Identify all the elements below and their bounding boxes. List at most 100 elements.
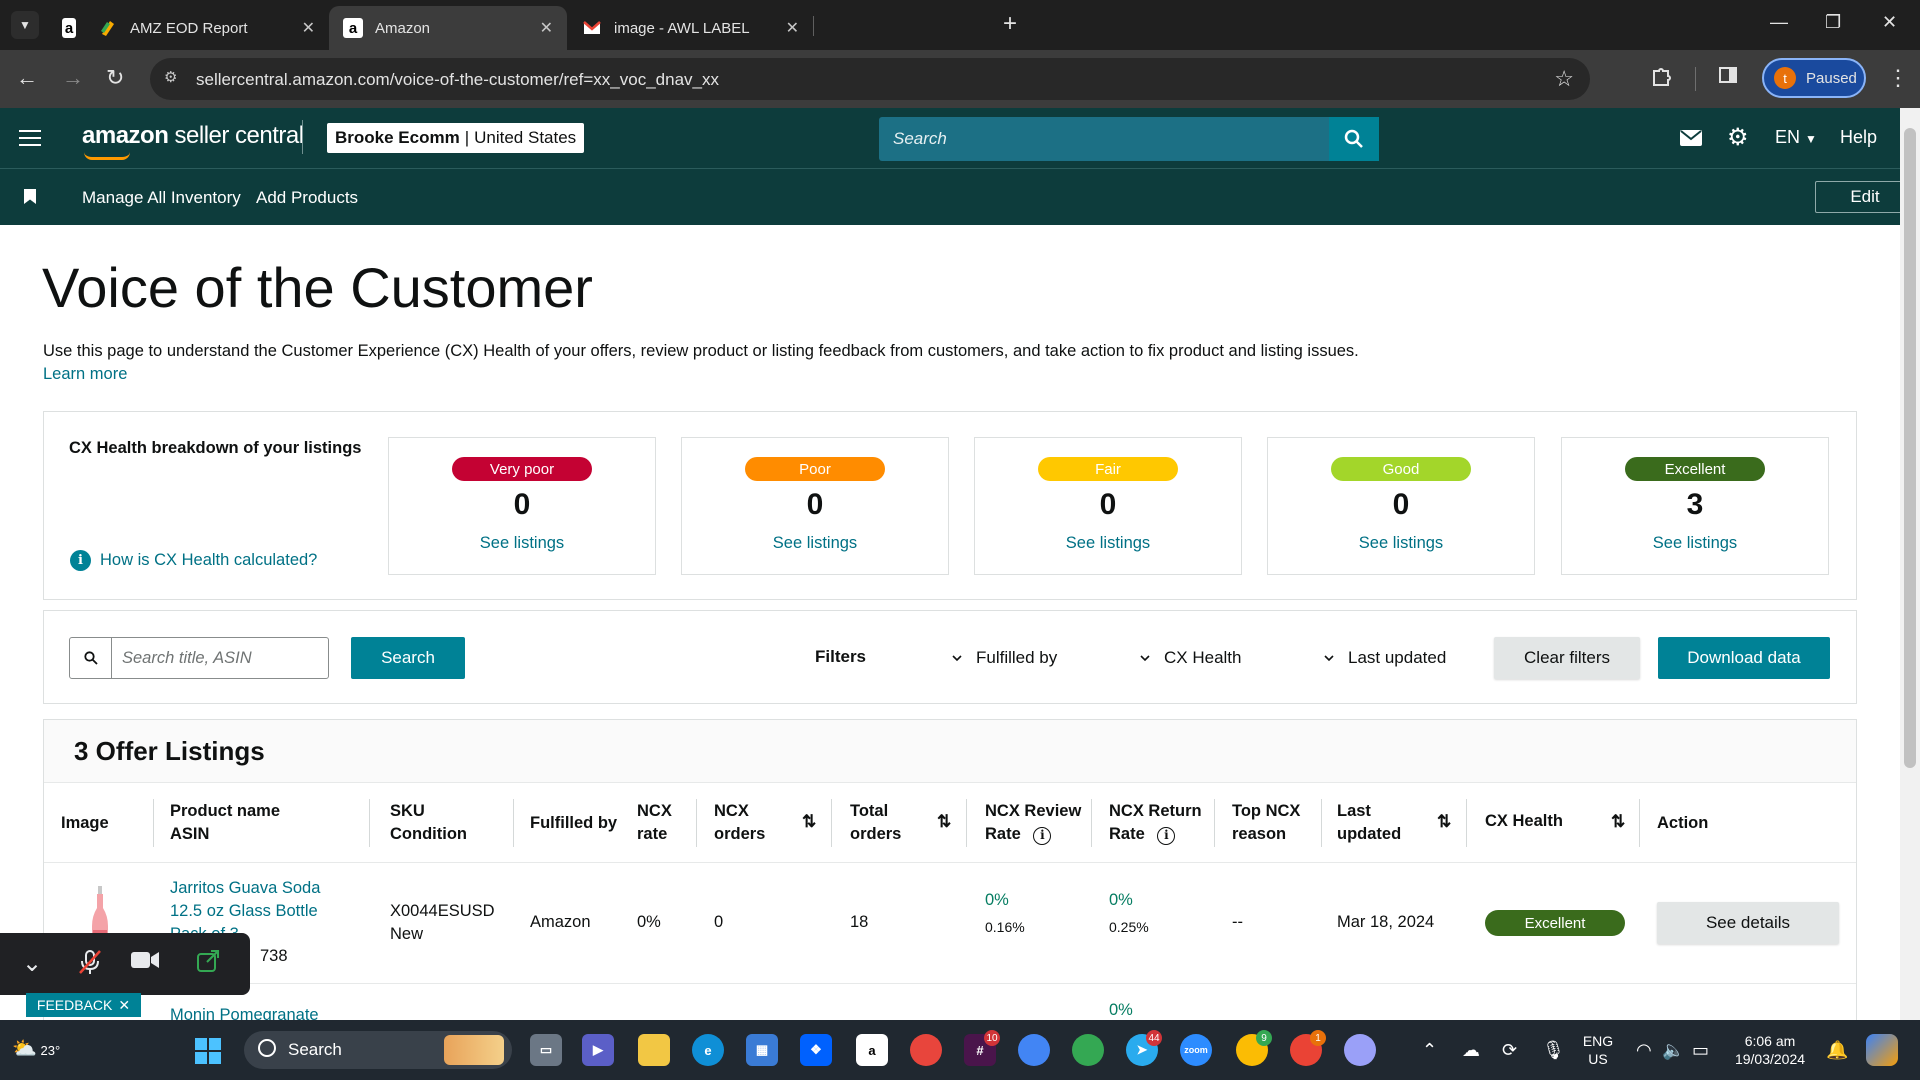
close-tab-icon[interactable]: ✕ <box>302 18 315 38</box>
address-bar[interactable]: ⚙ sellercentral.amazon.com/voice-of-the-… <box>150 58 1590 100</box>
clock[interactable]: 6:06 am 19/03/2024 <box>1730 1032 1810 1068</box>
fulfilled-by-dropdown[interactable]: Fulfilled by <box>952 648 1057 668</box>
header-search-input[interactable] <box>879 117 1379 161</box>
listing-search-input[interactable] <box>114 638 324 678</box>
extensions-puzzle-icon[interactable] <box>1650 65 1672 93</box>
settings-gear-icon[interactable]: ⚙ <box>1727 123 1749 152</box>
weather-widget[interactable]: ⛅ 23° <box>12 1036 60 1061</box>
cx-health-dropdown[interactable]: CX Health <box>1140 648 1241 668</box>
tab-image-awl-label[interactable]: image - AWL LABEL ✕ <box>568 6 813 50</box>
teams-icon[interactable]: ▶ <box>582 1034 614 1066</box>
search-button[interactable]: Search <box>351 637 465 679</box>
account-switcher[interactable]: Brooke Ecomm | United States <box>327 123 585 153</box>
seller-central-logo[interactable]: amazon seller central <box>82 122 304 150</box>
help-link[interactable]: Help <box>1840 127 1877 148</box>
add-products-link[interactable]: Add Products <box>256 188 358 208</box>
volume-icon[interactable]: 🔈 <box>1662 1040 1684 1061</box>
last-updated-dropdown[interactable]: Last updated <box>1324 648 1446 668</box>
download-data-button[interactable]: Download data <box>1658 637 1830 679</box>
tab-search-chevron-icon[interactable]: ▼ <box>11 11 39 39</box>
bookmark-star-icon[interactable]: ☆ <box>1554 66 1574 92</box>
tab-pinned-amazon[interactable]: a <box>48 6 88 50</box>
windows-start-icon[interactable] <box>195 1038 221 1064</box>
column-divider <box>513 799 514 847</box>
sync-icon[interactable]: ⟳ <box>1502 1040 1517 1061</box>
page-scrollbar[interactable] <box>1900 108 1920 1020</box>
chrome-profile-icon[interactable] <box>1072 1034 1104 1066</box>
task-view-icon[interactable]: ▭ <box>530 1034 562 1066</box>
tab-amazon[interactable]: a Amazon ✕ <box>329 6 567 50</box>
chevron-down-icon <box>952 655 962 662</box>
notification-bell-icon[interactable]: 🔔 <box>1826 1040 1848 1061</box>
tab-amz-eod-report[interactable]: AMZ EOD Report ✕ <box>84 6 329 50</box>
sort-icon[interactable]: ⇅ <box>1437 812 1451 832</box>
close-tab-icon[interactable]: ✕ <box>786 18 799 38</box>
filter-bar-card: Search Filters Fulfilled by CX Health La… <box>43 610 1857 704</box>
language-selector[interactable]: EN ▼ <box>1775 127 1817 148</box>
window-close-icon[interactable]: ✕ <box>1882 12 1897 33</box>
reload-icon[interactable]: ↻ <box>106 64 124 92</box>
close-tab-icon[interactable]: ✕ <box>540 18 553 38</box>
taskbar-search[interactable]: Search <box>244 1031 512 1069</box>
dropbox-icon[interactable]: ❖ <box>800 1034 832 1066</box>
feedback-button[interactable]: FEEDBACK ✕ <box>26 993 141 1017</box>
see-listings-link[interactable]: See listings <box>1268 534 1534 553</box>
battery-icon[interactable]: ▭ <box>1692 1040 1709 1061</box>
sort-icon[interactable]: ⇅ <box>802 812 816 832</box>
mic-muted-icon[interactable] <box>78 949 102 982</box>
bookmark-icon[interactable] <box>24 189 36 204</box>
cx-health-how-link[interactable]: i How is CX Health calculated? <box>70 550 317 571</box>
microphone-icon[interactable]: 🎙 <box>1542 1040 1565 1061</box>
present-screen-icon[interactable] <box>196 949 220 980</box>
sort-icon[interactable]: ⇅ <box>937 812 951 832</box>
copilot-icon[interactable] <box>1866 1034 1898 1066</box>
see-listings-link[interactable]: See listings <box>389 534 655 553</box>
zoom-icon[interactable]: zoom <box>1180 1034 1212 1066</box>
cloud-sync-icon[interactable]: ☁ <box>1462 1040 1480 1061</box>
microsoft-store-icon[interactable]: ▦ <box>746 1034 778 1066</box>
chrome-menu-kebab-icon[interactable]: ⋮ <box>1887 65 1909 91</box>
see-listings-link[interactable]: See listings <box>975 534 1241 553</box>
learn-more-link[interactable]: Learn more <box>43 365 127 384</box>
col-ncx-orders-line2: orders <box>714 825 766 843</box>
new-tab-plus-icon[interactable]: + <box>1003 12 1017 36</box>
chrome-profile-icon[interactable] <box>910 1034 942 1066</box>
mail-icon[interactable] <box>1680 126 1702 152</box>
see-listings-link[interactable]: See listings <box>682 534 948 553</box>
chrome-profile-icon[interactable] <box>1018 1034 1050 1066</box>
show-hidden-icons-chevron-icon[interactable]: ⌃ <box>1422 1040 1437 1061</box>
site-info-icon[interactable]: ⚙ <box>164 68 184 88</box>
see-listings-link[interactable]: See listings <box>1562 534 1828 553</box>
hamburger-menu-icon[interactable] <box>19 130 41 146</box>
camera-icon[interactable] <box>130 949 160 978</box>
header-search-button[interactable] <box>1329 117 1379 161</box>
collapse-chevron-icon[interactable]: ⌄ <box>22 949 42 978</box>
edge-icon[interactable]: e <box>692 1034 724 1066</box>
product-title-link[interactable]: Jarritos Guava Soda 12.5 oz Glass Bottle… <box>170 877 320 941</box>
col-ncx-return-line2: Rate <box>1109 825 1145 843</box>
col-top-ncx-line1: Top NCX <box>1232 802 1301 820</box>
back-arrow-icon[interactable]: ← <box>16 64 38 92</box>
sort-icon[interactable]: ⇅ <box>1611 812 1625 832</box>
col-image: Image <box>61 814 109 832</box>
col-cx-health: CX Health <box>1485 812 1563 830</box>
chrome-profile-icon[interactable] <box>1344 1034 1376 1066</box>
search-highlight-image <box>444 1035 504 1065</box>
language-indicator[interactable]: ENG US <box>1578 1032 1618 1068</box>
manage-all-inventory-link[interactable]: Manage All Inventory <box>82 188 241 208</box>
file-explorer-icon[interactable] <box>638 1034 670 1066</box>
col-ncx-rate-line2: rate <box>637 825 668 843</box>
scrollbar-thumb[interactable] <box>1904 128 1916 768</box>
wifi-icon[interactable]: ◠ <box>1636 1040 1652 1061</box>
close-icon[interactable]: ✕ <box>118 997 130 1014</box>
profile-button[interactable]: t Paused <box>1762 58 1866 98</box>
info-icon[interactable]: i <box>1157 827 1176 845</box>
amazon-app-icon[interactable]: a <box>856 1034 888 1066</box>
minimize-icon[interactable]: — <box>1770 12 1788 33</box>
restore-icon[interactable]: ❐ <box>1825 12 1841 33</box>
side-panel-icon[interactable] <box>1718 65 1738 91</box>
info-icon[interactable]: i <box>1033 827 1052 845</box>
clear-filters-button[interactable]: Clear filters <box>1494 637 1640 679</box>
see-details-button[interactable]: See details <box>1657 902 1839 944</box>
forward-arrow-icon[interactable]: → <box>62 64 84 92</box>
